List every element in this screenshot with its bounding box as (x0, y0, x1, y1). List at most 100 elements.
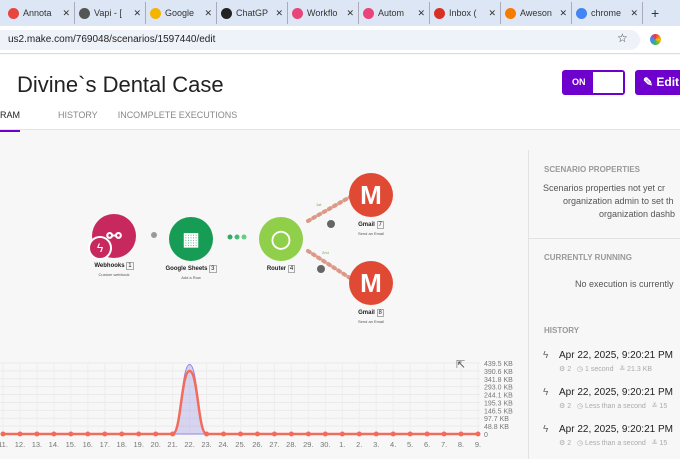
tab-title: Google (165, 8, 195, 18)
data-point (271, 431, 277, 437)
tab-favicon-icon (79, 7, 90, 19)
x-tick-label: 16. (83, 440, 93, 449)
y-tick-label: 146.5 KB (484, 408, 513, 415)
module-id: 1 (126, 262, 134, 270)
extension-icon[interactable] (650, 34, 661, 45)
data-point (322, 431, 328, 437)
y-tick-label: 390.6 KB (484, 369, 513, 376)
module-id: 8 (376, 309, 384, 317)
browser-tab[interactable]: Vapi - [ ✕ (75, 2, 146, 24)
scenario-properties-heading: SCENARIO PROPERTIES (544, 165, 641, 174)
mouse-cursor-icon: ⇱ (456, 359, 466, 371)
data-point (102, 431, 108, 437)
x-tick-label: 30. (320, 440, 330, 449)
tab-favicon-icon (576, 7, 587, 19)
data-point (34, 431, 40, 437)
close-tab-icon[interactable]: ✕ (62, 8, 70, 19)
tab-title: Aweson (520, 8, 552, 18)
x-tick-label: 11. (0, 440, 8, 449)
module-router[interactable]: ◯ (259, 217, 303, 261)
clock-icon: ◷ (576, 440, 586, 447)
browser-tab[interactable]: Google ✕ (146, 2, 217, 24)
data-point (356, 431, 362, 437)
tab-title: Autom (378, 8, 405, 18)
x-tick-label: 23. (201, 440, 211, 449)
tab-diagram[interactable]: RAM (0, 110, 20, 132)
tab-favicon-icon (505, 7, 516, 19)
close-tab-icon[interactable]: ✕ (559, 8, 567, 19)
tab-title: chrome (591, 8, 622, 18)
close-tab-icon[interactable]: ✕ (417, 8, 425, 19)
y-tick-label: 48.8 KB (484, 424, 509, 431)
history-date: Apr 22, 2025, 9:20:21 PM (559, 424, 673, 435)
operations-icon: ⚙ (559, 403, 568, 410)
tab-favicon-icon (221, 7, 232, 19)
tab-title: ChatGP (236, 8, 269, 18)
tab-history[interactable]: HISTORY (58, 110, 98, 132)
close-tab-icon[interactable]: ✕ (630, 8, 638, 19)
history-item[interactable]: ϟ Apr 22, 2025, 9:20:21 PM ⚙ 2 ◷ Less than… (543, 387, 673, 410)
x-tick-label: 25. (235, 440, 245, 449)
module-id: 3 (209, 265, 217, 273)
close-tab-icon[interactable]: ✕ (133, 8, 141, 19)
address-bar: us2.make.com/769048/scenarios/1597440/ed… (0, 26, 680, 54)
browser-tab[interactable]: Inbox (✕ (430, 2, 501, 24)
new-tab-button[interactable]: + (651, 5, 659, 21)
history-ops: 2 (567, 440, 572, 447)
data-point (458, 431, 464, 437)
page-title: Divine`s Dental Case (17, 72, 224, 97)
browser-tab[interactable]: Aweson ✕ (501, 2, 572, 24)
trigger-bolt-icon: ϟ (543, 424, 549, 435)
module-label: Gmail 7 (331, 221, 411, 229)
tab-incomplete-executions[interactable]: INCOMPLETE EXECUTIONS (118, 110, 238, 132)
bookmark-star-icon[interactable]: ☆ (617, 31, 628, 45)
browser-tab[interactable]: chrome ✕ (572, 2, 643, 24)
x-tick-label: 27. (269, 440, 279, 449)
tab-favicon-icon (363, 7, 374, 19)
browser-tab[interactable]: ChatGP ✕ (217, 2, 288, 24)
y-tick-label: 0 (484, 432, 488, 439)
close-tab-icon[interactable]: ✕ (204, 8, 212, 19)
tab-title: Vapi - [ (94, 8, 122, 18)
data-point (68, 431, 74, 437)
module-gmail[interactable]: M (349, 261, 393, 305)
x-tick-label: 5. (407, 440, 413, 449)
tab-favicon-icon (150, 7, 161, 19)
data-point (441, 431, 447, 437)
url-field[interactable]: us2.make.com/769048/scenarios/1597440/ed… (0, 30, 640, 50)
module-subtitle: Send an Email (357, 231, 384, 236)
module-icon: ▦ (182, 228, 200, 249)
data-point (424, 431, 430, 437)
module-google-sheets[interactable]: ▦ (169, 217, 213, 261)
x-tick-label: 14. (49, 440, 59, 449)
x-tick-label: 8. (458, 440, 464, 449)
browser-tab[interactable]: Workflo ✕ (288, 2, 359, 24)
tab-title: Workflo (307, 8, 338, 18)
edit-button[interactable]: ✎ Edit (635, 70, 680, 95)
clock-icon: ◷ (576, 403, 586, 410)
browser-tab[interactable]: Autom ✕ (359, 2, 430, 24)
history-duration: Less than a second (585, 403, 646, 410)
clock-icon: ◷ (576, 366, 586, 373)
tab-favicon-icon (434, 7, 445, 19)
data-point (119, 431, 125, 437)
module-label: Gmail 8 (331, 309, 411, 317)
x-tick-label: 7. (441, 440, 447, 449)
x-tick-label: 15. (66, 440, 76, 449)
toggle-knob (593, 72, 623, 93)
module-gmail[interactable]: M (349, 173, 393, 217)
x-tick-label: 9. (475, 440, 481, 449)
route-label: 2nd (322, 250, 329, 255)
close-tab-icon[interactable]: ✕ (488, 8, 496, 19)
history-size: 21.3 KB (627, 366, 653, 373)
x-tick-label: 22. (184, 440, 194, 449)
module-icon: M (360, 179, 382, 210)
history-item[interactable]: ϟ Apr 22, 2025, 9:20:21 PM ⚙ 2 ◷ Less than… (543, 424, 673, 447)
close-tab-icon[interactable]: ✕ (346, 8, 354, 19)
data-point (288, 431, 294, 437)
close-tab-icon[interactable]: ✕ (275, 8, 283, 19)
browser-tab[interactable]: Annota ✕ (4, 2, 75, 24)
scenario-on-toggle[interactable]: ON (562, 70, 625, 95)
history-item[interactable]: ϟ Apr 22, 2025, 9:20:21 PM ⚙ 2 ◷ 1 second … (543, 350, 673, 373)
connector-dot (234, 234, 240, 240)
